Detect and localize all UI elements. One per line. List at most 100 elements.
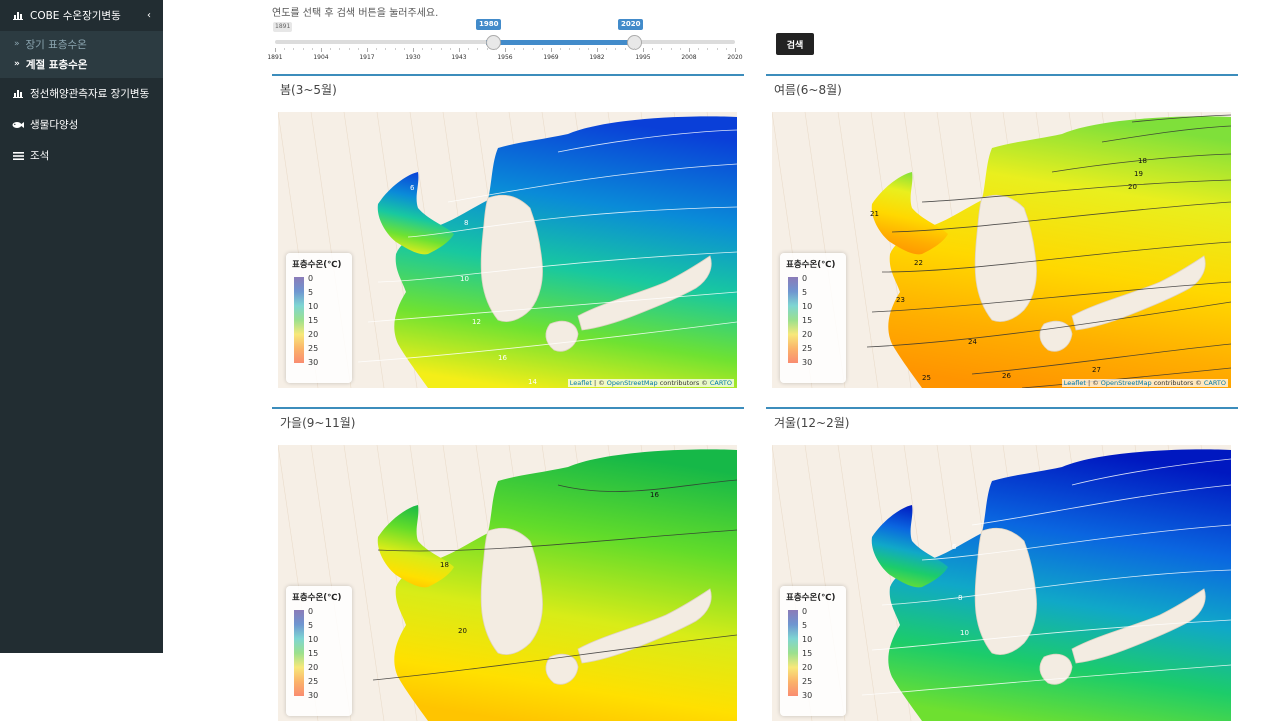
sst-map-spring[interactable]: 6 8 10 12 16 14 표층수온(℃) 0 5 10 15 20 25 30 Le… [278, 112, 737, 388]
slider-tick-label: 1904 [313, 54, 329, 61]
leaflet-link[interactable]: Leaflet [1064, 379, 1086, 387]
slider-tick-label: 2020 [727, 54, 743, 61]
carto-link[interactable]: CARTO [710, 379, 732, 387]
slider-minor-tick [652, 48, 654, 50]
map-legend: 표층수온(℃) 0 5 10 15 20 25 30 [780, 253, 846, 383]
legend-label: 30 [308, 691, 319, 700]
slider-tick [735, 48, 736, 52]
contour-label: 26 [1002, 372, 1011, 380]
slider-tick [367, 48, 368, 52]
slider-minor-tick [422, 48, 424, 50]
slider-minor-tick [293, 48, 295, 50]
legend-label: 10 [802, 302, 813, 311]
slider-minor-tick [698, 48, 700, 50]
legend-label: 0 [802, 607, 808, 616]
panel-autumn: 가을(9~11월) 16 18 20 표층수온(℃) 0 5 10 15 20 25… [272, 407, 744, 721]
carto-link[interactable]: CARTO [1204, 379, 1226, 387]
contour-label: 24 [968, 338, 977, 346]
sst-map-summer[interactable]: 18 19 20 21 22 23 24 25 26 27 표층수온(℃) 0 5 10 15 2… [772, 112, 1231, 388]
slider-selected-range[interactable] [486, 40, 628, 45]
contour-label: 27 [1092, 366, 1101, 374]
sidebar: COBE 수온장기변동 ‹ » 장기 표층수온 » 계절 표층수온 정선해양관측… [0, 0, 163, 653]
double-chevron-right-icon: » [14, 59, 20, 69]
slider-minor-tick [431, 48, 433, 50]
slider-tick-label: 1943 [451, 54, 467, 61]
legend-label: 0 [308, 607, 314, 616]
main-content: 연도를 선택 후 검색 버튼을 눌러주세요. 1891 1980 2020 18… [163, 0, 1280, 721]
osm-link[interactable]: OpenStreetMap [607, 379, 658, 387]
slider-tick [459, 48, 460, 52]
slider-tick-label: 1956 [497, 54, 513, 61]
legend-label: 5 [802, 621, 808, 630]
legend-label: 0 [802, 274, 808, 283]
filter-instruction: 연도를 선택 후 검색 버튼을 눌러주세요. [272, 8, 439, 19]
sidebar-item-cobe[interactable]: COBE 수온장기변동 ‹ [0, 0, 163, 31]
slider-minor-tick [330, 48, 332, 50]
legend-title: 표층수온(℃) [292, 593, 342, 603]
slider-minor-tick [357, 48, 359, 50]
panel-title: 가을(9~11월) [280, 416, 356, 430]
sidebar-subitem-long-term-sst[interactable]: » 장기 표층수온 [0, 34, 163, 54]
sidebar-item-label: 생물다양성 [30, 119, 79, 131]
slider-minor-tick [587, 48, 589, 50]
sst-map-winter[interactable]: 6 8 10 표층수온(℃) 0 5 10 15 20 25 30 [772, 445, 1231, 721]
map-legend: 표층수온(℃) 0 5 10 15 20 25 30 [286, 586, 352, 716]
contour-label: 8 [958, 594, 962, 602]
legend-label: 10 [802, 635, 813, 644]
sidebar-item-biodiversity[interactable]: 생물다양성 [0, 109, 163, 140]
legend-label: 25 [802, 677, 813, 686]
sst-map-autumn[interactable]: 16 18 20 표층수온(℃) 0 5 10 15 20 25 30 [278, 445, 737, 721]
sidebar-item-label: COBE 수온장기변동 [30, 10, 121, 22]
legend-label: 10 [308, 302, 319, 311]
slider-minor-tick [716, 48, 718, 50]
slider-minor-tick [670, 48, 672, 50]
legend-color-scale [788, 610, 798, 696]
legend-label: 30 [802, 691, 813, 700]
contour-label: 14 [528, 378, 537, 386]
slider-tick-label: 1995 [635, 54, 651, 61]
sidebar-subitem-seasonal-sst[interactable]: » 계절 표층수온 [0, 54, 163, 74]
legend-label: 5 [802, 288, 808, 297]
slider-minor-tick [624, 48, 626, 50]
legend-title: 표층수온(℃) [292, 260, 342, 270]
legend-label: 25 [802, 344, 813, 353]
slider-minor-tick [615, 48, 617, 50]
contour-label: 20 [458, 627, 467, 635]
contour-label: 23 [896, 296, 905, 304]
sidebar-submenu: » 장기 표층수온 » 계절 표층수온 [0, 31, 163, 78]
contour-label: 6 [410, 184, 415, 192]
legend-label: 15 [802, 316, 813, 325]
slider-tick-label: 1982 [589, 54, 605, 61]
contour-label: 18 [440, 561, 449, 569]
leaflet-link[interactable]: Leaflet [570, 379, 592, 387]
legend-label: 20 [308, 330, 319, 339]
slider-minor-tick [486, 48, 488, 50]
chevron-left-icon[interactable]: ‹ [147, 10, 151, 21]
slider-tick-label: 2008 [681, 54, 697, 61]
panel-title: 봄(3~5월) [280, 83, 337, 97]
search-button[interactable]: 검색 [776, 33, 814, 55]
sidebar-item-tide[interactable]: 조석 [0, 140, 163, 171]
legend-color-scale [788, 277, 798, 363]
slider-minor-tick [376, 48, 378, 50]
legend-label: 30 [308, 358, 319, 367]
map-attribution: Leaflet | © OpenStreetMap contributors ©… [567, 379, 734, 387]
year-range-slider[interactable]: 1891 1980 2020 1891 1904 1917 1930 1943 1956 1… [267, 18, 747, 64]
osm-link[interactable]: OpenStreetMap [1101, 379, 1152, 387]
sidebar-item-label: 정선해양관측자료 장기변동 [30, 88, 150, 100]
sidebar-item-line-observation[interactable]: 정선해양관측자료 장기변동 [0, 78, 163, 109]
slider-ticks: 1891 1904 1917 1930 1943 1956 1969 1982 1995 2008… [267, 48, 743, 61]
slider-minor-tick [284, 48, 286, 50]
panel-title: 여름(6~8월) [774, 83, 842, 97]
legend-color-scale [294, 610, 304, 696]
slider-minor-tick [495, 48, 497, 50]
panel-summer: 여름(6~8월) 18 19 20 21 22 23 24 25 26 27 표층수온(℃) 0 … [766, 74, 1238, 396]
slider-minor-tick [725, 48, 727, 50]
slider-minor-tick [514, 48, 516, 50]
slider-minor-tick [532, 48, 534, 50]
legend-label: 20 [802, 663, 813, 672]
panel-winter: 겨울(12~2월) 6 8 10 표층수온(℃) 0 5 10 15 20 25 3… [766, 407, 1238, 721]
slider-minor-tick [606, 48, 608, 50]
map-legend: 표층수온(℃) 0 5 10 15 20 25 30 [286, 253, 352, 383]
slider-minor-tick [339, 48, 341, 50]
